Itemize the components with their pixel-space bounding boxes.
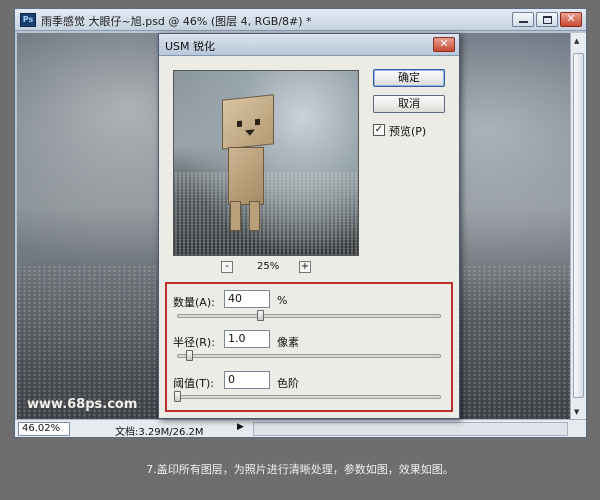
- maximize-icon: [543, 16, 552, 24]
- vertical-scroll-thumb[interactable]: [573, 53, 584, 398]
- close-button[interactable]: ✕: [560, 12, 582, 27]
- close-icon: ✕: [439, 37, 449, 50]
- radius-label: 半径(R):: [173, 336, 215, 349]
- tutorial-caption: 7.盖印所有图层，为照片进行清晰处理，参数如图，效果如图。: [146, 463, 454, 476]
- preview-zoom-value: 25%: [257, 261, 280, 272]
- usm-dialog: USM 锐化 ✕ - 25% + 确定 取消 ✓ 预览(P) 数量(A): 40…: [158, 33, 460, 419]
- preview-zoom-row: - 25% +: [173, 260, 359, 276]
- parameters-highlight-box: 数量(A): 40 % 半径(R): 1.0 像素 阈值(T): 0 色阶: [165, 282, 453, 412]
- document-size: 文档:3.29M/26.2M: [115, 427, 204, 438]
- status-bar: 46.02% 文档:3.29M/26.2M ▶: [15, 419, 586, 438]
- zoom-out-button[interactable]: -: [221, 261, 233, 273]
- watermark: www.68ps.com: [27, 397, 138, 412]
- scroll-up-icon[interactable]: ▲: [574, 37, 579, 45]
- danbo-head: [222, 94, 274, 150]
- dialog-titlebar[interactable]: USM 锐化 ✕: [159, 34, 459, 56]
- threshold-label: 阈值(T):: [173, 377, 215, 390]
- threshold-row: 阈值(T): 0 色阶: [173, 369, 445, 409]
- threshold-input[interactable]: 0: [224, 371, 270, 389]
- photoshop-icon: Ps: [20, 13, 36, 27]
- window-controls: ✕: [512, 12, 582, 27]
- zoom-field[interactable]: 46.02%: [18, 422, 70, 436]
- amount-slider-track[interactable]: [177, 314, 441, 318]
- amount-unit: %: [277, 294, 288, 307]
- dialog-title: USM 锐化: [165, 40, 216, 53]
- radius-row: 半径(R): 1.0 像素: [173, 328, 445, 368]
- danbo-leg-right: [249, 201, 260, 231]
- vertical-scrollbar[interactable]: ▲ ▼: [570, 33, 586, 420]
- amount-row: 数量(A): 40 %: [173, 288, 445, 328]
- threshold-slider-thumb[interactable]: [174, 391, 181, 402]
- threshold-slider-track[interactable]: [177, 395, 441, 399]
- radius-unit: 像素: [277, 336, 299, 349]
- horizontal-scrollbar[interactable]: [253, 422, 568, 436]
- scroll-down-icon[interactable]: ▼: [574, 408, 579, 416]
- danbo-body: [228, 147, 264, 205]
- danbo-mouth: [245, 129, 255, 137]
- amount-slider-thumb[interactable]: [257, 310, 264, 321]
- status-menu-arrow-icon[interactable]: ▶: [237, 422, 244, 432]
- zoom-in-button[interactable]: +: [299, 261, 311, 273]
- radius-slider-thumb[interactable]: [186, 350, 193, 361]
- maximize-button[interactable]: [536, 12, 558, 27]
- preview-image[interactable]: [173, 70, 359, 256]
- close-icon: ✕: [566, 12, 576, 25]
- preview-label: 预览(P): [389, 125, 427, 138]
- danbo-eye-left: [237, 120, 242, 128]
- ok-button[interactable]: 确定: [373, 69, 445, 87]
- document-title: 雨季感觉 大眼仔~旭.psd @ 46% (图层 4, RGB/8#) *: [41, 15, 312, 28]
- danbo-eye-right: [255, 118, 260, 126]
- cancel-button[interactable]: 取消: [373, 95, 445, 113]
- threshold-unit: 色阶: [277, 377, 299, 390]
- amount-input[interactable]: 40: [224, 290, 270, 308]
- amount-label: 数量(A):: [173, 296, 215, 309]
- minimize-button[interactable]: [512, 12, 534, 27]
- radius-input[interactable]: 1.0: [224, 330, 270, 348]
- dialog-close-button[interactable]: ✕: [433, 37, 455, 52]
- radius-slider-track[interactable]: [177, 354, 441, 358]
- minimize-icon: [519, 21, 528, 23]
- document-titlebar[interactable]: Ps 雨季感觉 大眼仔~旭.psd @ 46% (图层 4, RGB/8#) *…: [15, 9, 586, 31]
- danbo-leg-left: [230, 201, 241, 231]
- preview-checkbox[interactable]: ✓: [373, 124, 385, 136]
